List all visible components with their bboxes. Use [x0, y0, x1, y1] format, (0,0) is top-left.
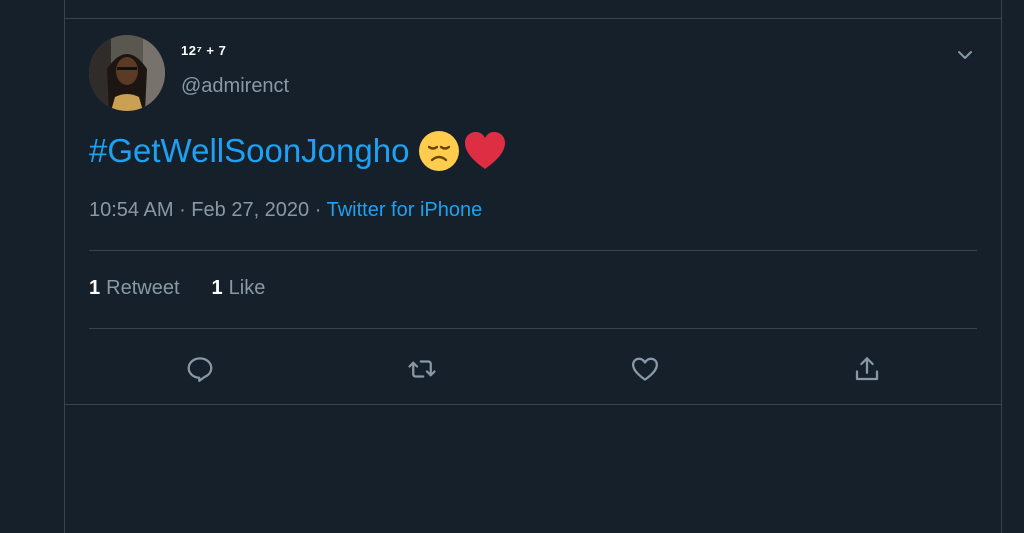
tweet-source-link[interactable]: Twitter for iPhone: [327, 199, 483, 221]
retweets-stat[interactable]: 1 Retweet: [89, 277, 180, 300]
likes-stat[interactable]: 1 Like: [212, 277, 266, 300]
tweet-stats: 1 Retweet 1 Like: [89, 277, 265, 300]
tweet-time[interactable]: 10:54 AM: [89, 199, 174, 221]
user-handle[interactable]: @admirenct: [181, 75, 289, 98]
share-icon[interactable]: [847, 349, 887, 389]
tweet-actions: [89, 349, 977, 389]
retweet-label: Retweet: [106, 277, 180, 299]
divider: [89, 250, 977, 251]
reply-icon[interactable]: [180, 349, 220, 389]
hashtag-link[interactable]: #GetWellSoonJongho: [89, 130, 409, 172]
timeline-column: 12⁷ + 7 @admirenct #GetWellSoonJongho 10…: [64, 0, 1002, 533]
tweet-meta: 10:54 AM · Feb 27, 2020 · Twitter for iP…: [89, 199, 482, 222]
like-count: 1: [211, 277, 223, 299]
like-label: Like: [228, 277, 266, 299]
avatar[interactable]: [89, 35, 165, 111]
divider: [89, 328, 977, 329]
tweet: 12⁷ + 7 @admirenct #GetWellSoonJongho 10…: [65, 19, 1001, 405]
retweet-count: 1: [89, 277, 101, 299]
like-icon[interactable]: [625, 349, 665, 389]
tweet-text: #GetWellSoonJongho: [89, 129, 507, 173]
chevron-down-icon[interactable]: [953, 43, 977, 67]
red-heart-icon: [465, 132, 506, 169]
display-name[interactable]: 12⁷ + 7: [181, 43, 226, 58]
page: 12⁷ + 7 @admirenct #GetWellSoonJongho 10…: [0, 0, 1024, 533]
disappointed-face-icon: [419, 131, 460, 171]
meta-separator: ·: [173, 199, 192, 221]
tweet-date[interactable]: Feb 27, 2020: [191, 199, 309, 221]
avatar-image: [89, 35, 165, 111]
retweet-icon[interactable]: [402, 349, 442, 389]
meta-separator: ·: [309, 199, 327, 221]
